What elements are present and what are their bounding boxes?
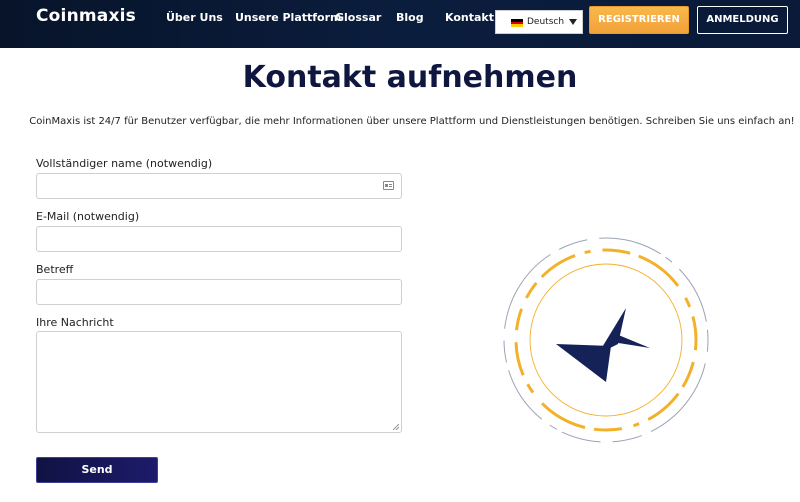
email-field[interactable] (36, 226, 402, 252)
nav-item-plattform[interactable]: Unsere Plattform (235, 11, 342, 24)
resize-grip-icon[interactable] (393, 424, 399, 430)
nav-item-glossar[interactable]: Glossar (335, 11, 381, 24)
name-label: Vollständiger name (notwendig) (36, 157, 213, 170)
language-selected-label: Deutsch (527, 17, 565, 27)
nav-item-ueber-uns[interactable]: Über Uns (166, 11, 223, 24)
site-logo[interactable]: Coinmaxis (36, 6, 136, 26)
login-button[interactable]: ANMELDUNG (697, 6, 788, 34)
name-field[interactable] (36, 173, 402, 199)
page-title: Kontakt aufnehmen (242, 60, 578, 95)
logo-illustration (500, 234, 712, 446)
contact-card-icon[interactable] (383, 181, 394, 190)
subject-field[interactable] (36, 279, 402, 305)
german-flag-icon (511, 19, 523, 27)
send-button[interactable]: Send (36, 457, 158, 483)
subject-label: Betreff (36, 263, 74, 276)
message-label: Ihre Nachricht (36, 316, 114, 329)
nav-item-blog[interactable]: Blog (396, 11, 424, 24)
orbit-logo-icon (503, 237, 709, 443)
register-button[interactable]: REGISTRIEREN (589, 6, 689, 34)
chevron-down-icon (569, 19, 577, 25)
site-header: Coinmaxis Über Uns Unsere Plattform Glos… (0, 0, 800, 48)
email-label: E-Mail (notwendig) (36, 210, 140, 223)
language-select[interactable]: Deutsch (495, 10, 583, 34)
nav-item-kontakt[interactable]: Kontakt (445, 11, 494, 24)
page-intro: CoinMaxis ist 24/7 für Benutzer verfügba… (29, 116, 795, 127)
message-textarea[interactable] (36, 331, 402, 433)
